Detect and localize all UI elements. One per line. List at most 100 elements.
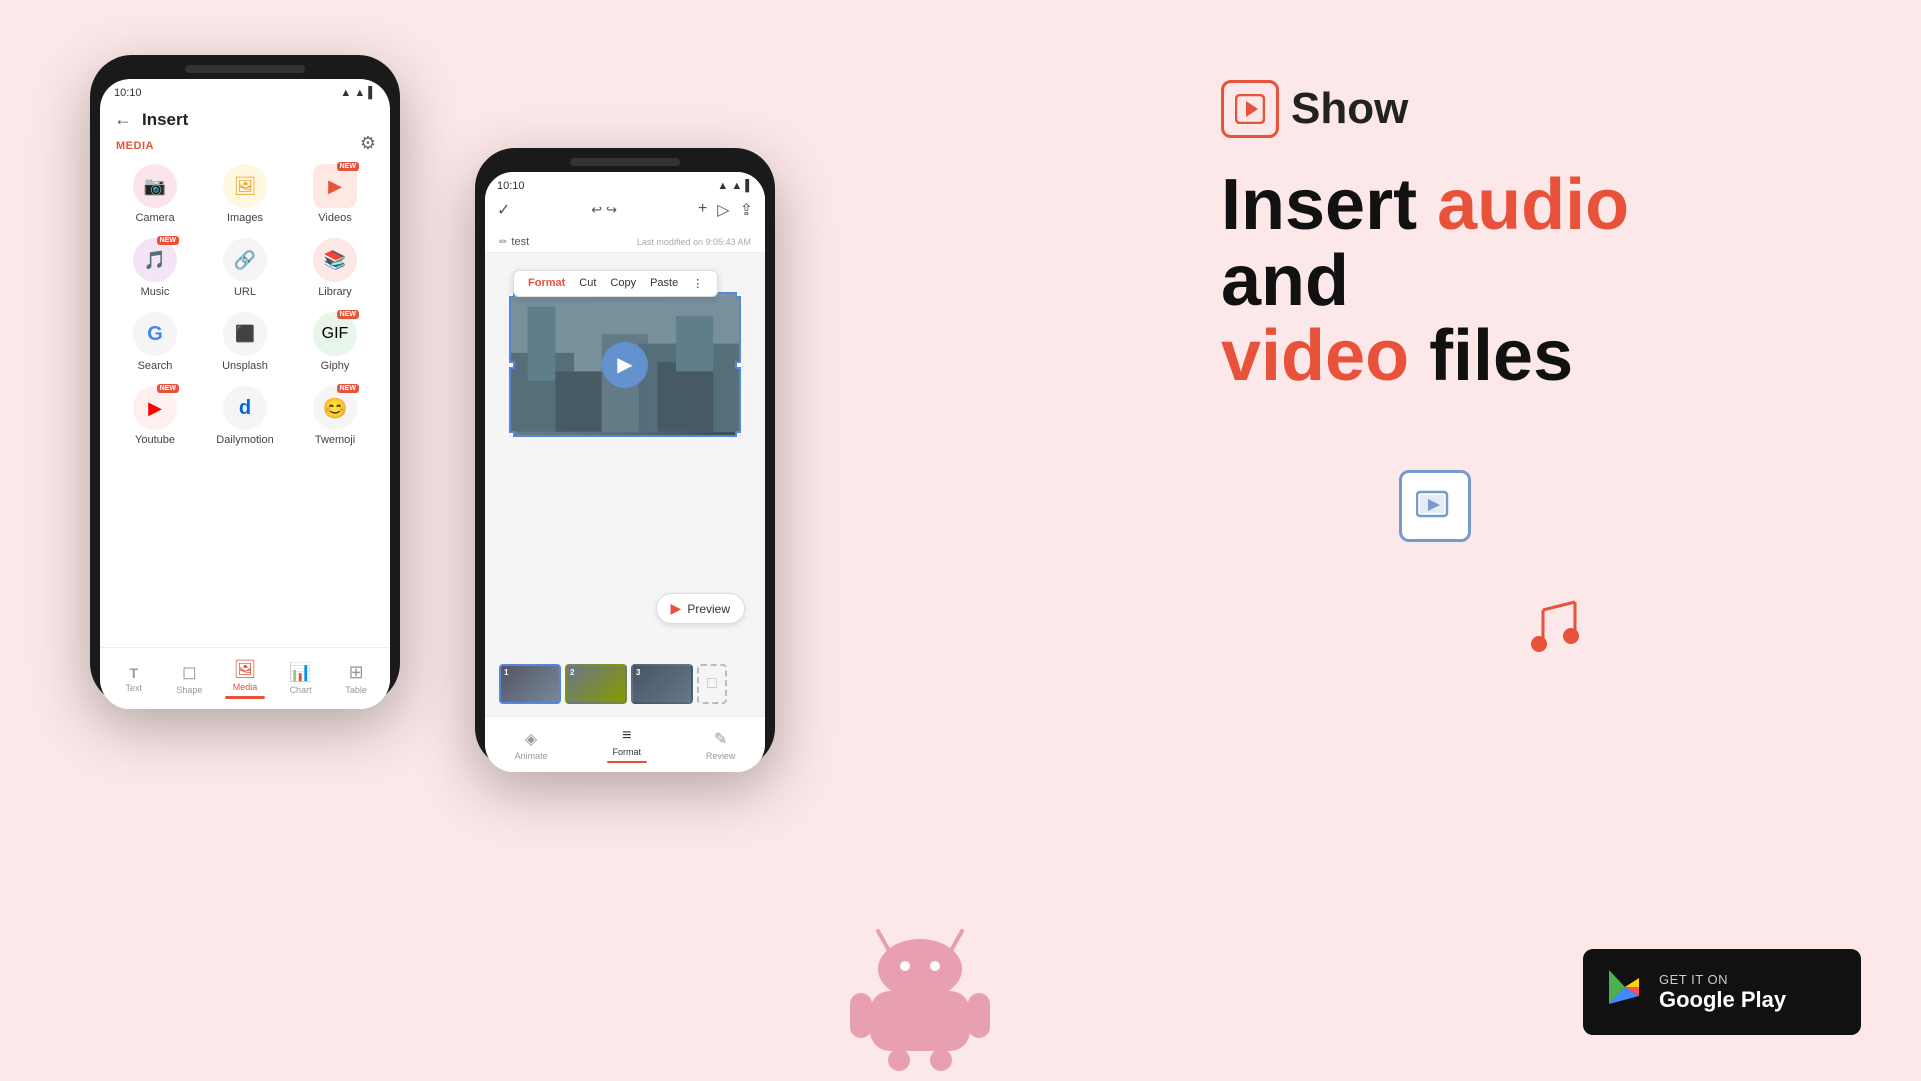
tab-review[interactable]: ✎ Review <box>706 729 736 761</box>
video-play-button[interactable]: ▶ <box>602 342 648 388</box>
giphy-new-badge: NEW <box>337 310 359 319</box>
search-icon: G <box>133 312 177 356</box>
dailymotion-item[interactable]: d Dailymotion <box>210 386 280 446</box>
nav-text[interactable]: T Text <box>109 665 159 693</box>
nav-media[interactable]: 🖼 Media <box>220 659 270 699</box>
deco-video-svg <box>1416 487 1454 525</box>
animate-label: Animate <box>515 751 548 761</box>
play-icon[interactable]: ▷ <box>717 200 729 220</box>
nav-table[interactable]: ⊞ Table <box>331 662 381 695</box>
format-btn[interactable]: Format <box>522 275 571 292</box>
deco-music-icon <box>1529 600 1581 672</box>
handle-ml <box>509 361 515 369</box>
tab-animate[interactable]: ◈ Animate <box>515 729 548 761</box>
chart-nav-label: Chart <box>290 685 312 695</box>
review-label: Review <box>706 751 736 761</box>
check-icon[interactable]: ✓ <box>497 200 510 220</box>
bottom-nav-left: T Text ◻ Shape 🖼 Media 📊 Chart ⊞ Table <box>100 647 390 709</box>
media-active-bar <box>225 696 265 699</box>
share-icon[interactable]: ⇪ <box>740 200 753 220</box>
thumb-add[interactable]: □ <box>697 664 727 704</box>
videos-icon: ▶ NEW <box>313 164 357 208</box>
add-icon[interactable]: + <box>698 200 707 220</box>
camera-icon: 📷 <box>133 164 177 208</box>
google-play-badge[interactable]: GET IT ON Google Play <box>1583 949 1861 1035</box>
wifi-icon-r: ▲ <box>731 180 742 192</box>
android-svg <box>840 901 1000 1071</box>
doc-area: ✏ test Last modified on 9:05:43 AM <box>485 230 765 253</box>
shape-nav-label: Shape <box>176 685 202 695</box>
library-item[interactable]: 📚 Library <box>300 238 370 298</box>
thumb-3[interactable]: 3 <box>631 664 693 704</box>
status-bar-right: 10:10 ▲ ▲ ▌ <box>485 178 765 194</box>
notch-bar-right <box>570 158 680 166</box>
toolbar-right: + ▷ ⇪ <box>698 200 753 220</box>
deco-video-icon <box>1399 470 1471 542</box>
giphy-label: Giphy <box>321 360 350 372</box>
paste-btn[interactable]: Paste <box>644 275 684 292</box>
videos-label: Videos <box>318 212 351 224</box>
back-arrow-icon[interactable]: ← <box>114 109 132 130</box>
show-logo: Show <box>1221 80 1841 138</box>
headline-files: files <box>1409 316 1573 396</box>
images-item[interactable]: 🖼 Images <box>210 164 280 224</box>
videos-item[interactable]: ▶ NEW Videos <box>300 164 370 224</box>
show-app-icon <box>1221 80 1279 138</box>
preview-play-icon: ▶ <box>671 600 682 617</box>
text-nav-icon: T <box>130 665 139 681</box>
redo-icon[interactable]: ↪ <box>606 202 617 218</box>
thumb-2[interactable]: 2 <box>565 664 627 704</box>
show-app-name: Show <box>1291 84 1408 134</box>
nav-shape[interactable]: ◻ Shape <box>164 662 214 695</box>
context-menu: Format Cut Copy Paste ⋮ <box>513 270 718 297</box>
camera-item[interactable]: 📷 Camera <box>120 164 190 224</box>
more-btn[interactable]: ⋮ <box>686 275 709 292</box>
status-bar-left: 10:10 ▲ ▲ ▌ <box>100 79 390 103</box>
show-icon-svg <box>1235 94 1265 124</box>
review-icon: ✎ <box>714 729 727 749</box>
handle-bl <box>509 431 515 437</box>
signal-icon: ▲ <box>340 87 351 99</box>
media-section-label: MEDIA <box>100 140 390 160</box>
copy-btn[interactable]: Copy <box>604 275 642 292</box>
giphy-item[interactable]: GIF NEW Giphy <box>300 312 370 372</box>
headline-video: video <box>1221 316 1409 396</box>
camera-label: Camera <box>135 212 174 224</box>
preview-button[interactable]: ▶ Preview <box>656 593 745 624</box>
status-icons-left: ▲ ▲ ▌ <box>340 87 376 99</box>
left-screen: 10:10 ▲ ▲ ▌ ← Insert ⚙ MEDIA 📷 Camera <box>100 79 390 709</box>
settings-icon[interactable]: ⚙ <box>360 133 376 154</box>
battery-icon-r: ▌ <box>745 180 753 192</box>
format-label: Format <box>612 747 641 757</box>
library-label: Library <box>318 286 352 298</box>
headline-section: Show Insert audio and video files <box>1221 80 1841 395</box>
dailymotion-icon: d <box>223 386 267 430</box>
youtube-item[interactable]: ▶ NEW Youtube <box>120 386 190 446</box>
undo-icon[interactable]: ↩ <box>591 202 602 218</box>
animate-icon: ◈ <box>525 729 537 749</box>
search-item[interactable]: G Search <box>120 312 190 372</box>
url-item[interactable]: 🔗 URL <box>210 238 280 298</box>
media-nav-label: Media <box>233 682 258 692</box>
twemoji-item[interactable]: 😊 NEW Twemoji <box>300 386 370 446</box>
google-play-icon <box>1603 966 1645 1018</box>
music-item[interactable]: 🎵 NEW Music <box>120 238 190 298</box>
cut-btn[interactable]: Cut <box>573 275 602 292</box>
twemoji-new-badge: NEW <box>337 384 359 393</box>
headline-audio: audio <box>1437 165 1629 245</box>
video-area[interactable]: ▶ <box>509 292 741 437</box>
headline-insert: Insert <box>1221 165 1437 245</box>
preview-label: Preview <box>687 602 730 616</box>
text-nav-label: Text <box>126 683 143 693</box>
time-right: 10:10 <box>497 180 525 192</box>
gp-logo-svg <box>1603 966 1645 1008</box>
twemoji-label: Twemoji <box>315 434 355 446</box>
doc-title-text: test <box>511 236 529 248</box>
nav-chart[interactable]: 📊 Chart <box>276 662 326 695</box>
grid-row-2: 🎵 NEW Music 🔗 URL 📚 Library <box>100 234 390 302</box>
unsplash-item[interactable]: ⬛ Unsplash <box>210 312 280 372</box>
pencil-icon: ✏ <box>499 237 507 248</box>
insert-header: ← Insert <box>100 103 390 140</box>
tab-format[interactable]: ≡ Format <box>607 727 647 763</box>
thumb-1[interactable]: 1 <box>499 664 561 704</box>
